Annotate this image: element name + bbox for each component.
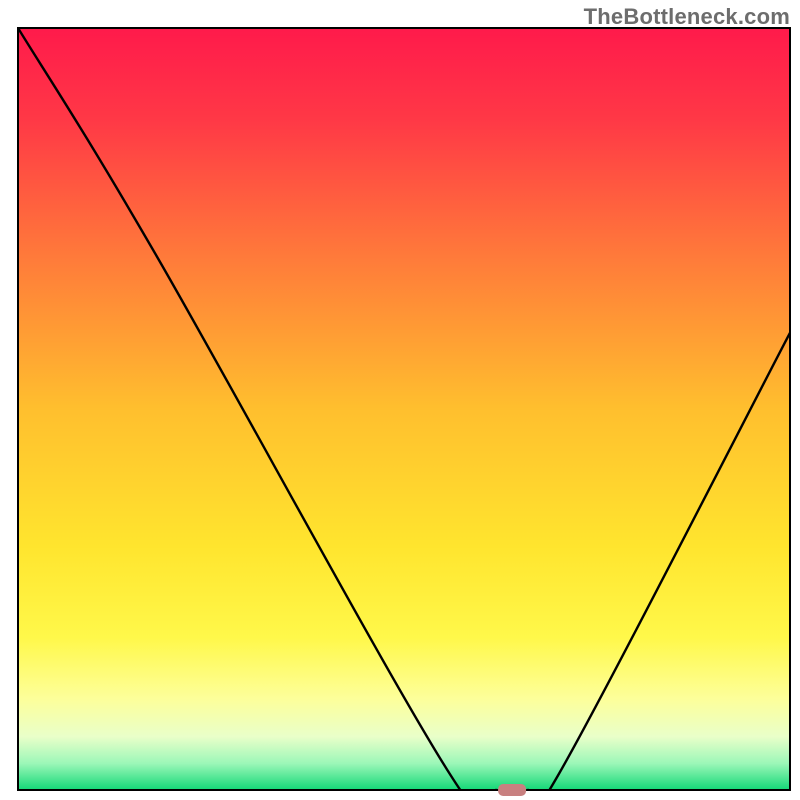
chart-container: TheBottleneck.com <box>0 0 800 800</box>
watermark-text: TheBottleneck.com <box>584 4 790 30</box>
bottleneck-chart <box>0 0 800 800</box>
plot-background <box>18 28 790 790</box>
optimal-marker <box>498 784 526 796</box>
